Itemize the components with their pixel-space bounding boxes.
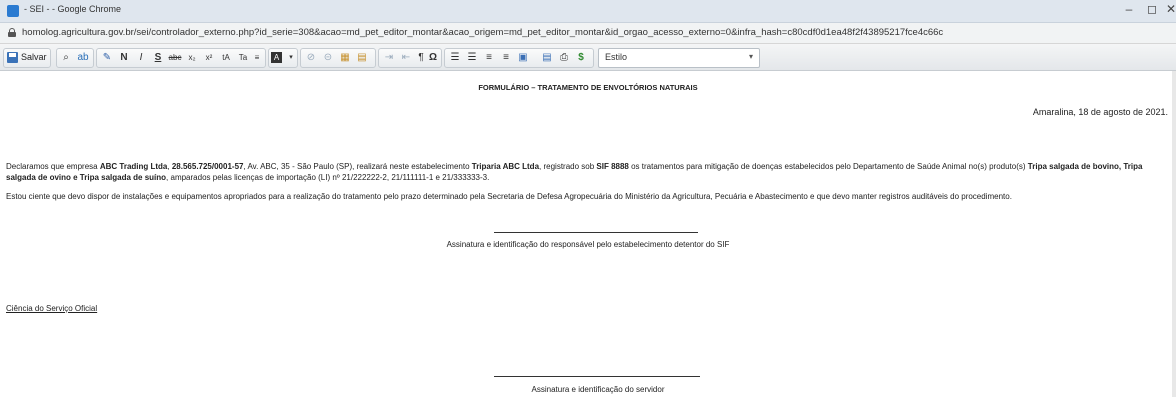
declaration-text: os tratamentos para mitigação de doenças… <box>628 162 1028 171</box>
document-icon[interactable]: ▤ <box>539 50 555 66</box>
url-text[interactable]: homolog.agricultura.gov.br/sei/controlad… <box>22 27 943 38</box>
company-name: ABC Trading Ltda <box>99 162 168 171</box>
style-label: Estilo <box>605 52 628 62</box>
picture-icon[interactable]: ▣ <box>515 50 531 66</box>
browser-title-bar: - SEI - - Google Chrome – ◻ ✕ <box>0 0 1176 23</box>
sif-number: SIF 8888 <box>596 162 629 171</box>
document-body[interactable]: FORMULÁRIO – TRATAMENTO DE ENVOLTÓRIOS N… <box>0 71 1176 397</box>
text-color-icon[interactable]: A <box>271 52 282 63</box>
layout-group: ☰ ☰ ≡ ≡ ▣ ▤ ⎙ $ <box>444 48 594 68</box>
indent-group: ⇥ ⇤ ¶ Ω <box>378 48 442 68</box>
declaration-text: , Av. ABC, 35 - São Paulo (SP), realizar… <box>243 162 472 171</box>
declaration-text: , amparados pelas licenças de importação… <box>166 173 490 182</box>
chevron-down-icon[interactable]: ▾ <box>283 50 299 66</box>
color-group: A ▾ <box>268 48 298 68</box>
italic-icon[interactable]: I <box>133 50 149 66</box>
document-title: FORMULÁRIO – TRATAMENTO DE ENVOLTÓRIOS N… <box>478 83 698 92</box>
maximize-button[interactable]: ◻ <box>1143 2 1161 16</box>
insert-group: ⊘ ⊝ ▦ ▤ <box>300 48 376 68</box>
uppercase-icon[interactable]: tA <box>218 50 234 66</box>
declaration-text: , registrado sob <box>539 162 597 171</box>
indent-icon[interactable]: ⇥ <box>381 50 397 66</box>
document-date: Amaralina, 18 de agosto de 2021. <box>1032 107 1168 117</box>
strikethrough-icon[interactable]: abc <box>167 50 183 66</box>
find-group: ⌕ ab <box>56 48 94 68</box>
link-icon[interactable]: ⊘ <box>303 50 319 66</box>
underline-icon[interactable]: S <box>150 50 166 66</box>
superscript-icon[interactable]: x² <box>201 50 217 66</box>
outdent-icon[interactable]: ⇤ <box>398 50 414 66</box>
disk-icon <box>7 52 18 63</box>
unlink-icon[interactable]: ⊝ <box>320 50 336 66</box>
highlight-icon[interactable]: ✎ <box>99 50 115 66</box>
address-bar[interactable]: homolog.agricultura.gov.br/sei/controlad… <box>0 23 1176 44</box>
subscript-icon[interactable]: x₂ <box>184 50 200 66</box>
align-center-icon[interactable]: ≡ <box>498 50 514 66</box>
editor-toolbar: Salvar ⌕ ab ✎ N I S abc x₂ x² tA Ta ≡ A … <box>0 44 1176 71</box>
signature-line-establishment <box>494 232 698 233</box>
signature-caption-servant: Assinatura e identificação do servidor <box>531 385 665 394</box>
align-left-icon[interactable]: ≡ <box>481 50 497 66</box>
awareness-paragraph: Estou ciente que devo dispor de instalaç… <box>6 192 1012 201</box>
save-label: Salvar <box>21 52 47 62</box>
company-cnpj: 28.565.725/0001-57 <box>171 162 244 171</box>
paragraph-icon[interactable]: ≡ <box>249 50 265 66</box>
lock-icon <box>8 28 16 37</box>
declaration-paragraph: Declaramos que empresa ABC Trading Ltda,… <box>6 161 1166 183</box>
format-group: ✎ N I S abc x₂ x² tA Ta ≡ <box>96 48 266 68</box>
establishment-name: Triparia ABC Ltda <box>471 162 540 171</box>
print-icon[interactable]: ⎙ <box>556 50 572 66</box>
table-icon[interactable]: ▤ <box>354 50 370 66</box>
signature-line-servant <box>494 376 700 377</box>
save-button[interactable]: Salvar <box>3 48 51 68</box>
official-section-heading: Ciência do Serviço Oficial <box>6 304 98 313</box>
chevron-down-icon: ▾ <box>748 52 753 61</box>
bold-icon[interactable]: N <box>116 50 132 66</box>
replace-icon[interactable]: ab <box>75 50 91 66</box>
style-select[interactable]: Estilo ▾ <box>598 48 760 68</box>
scrollbar[interactable] <box>1172 71 1176 397</box>
sei-favicon-icon <box>7 5 19 17</box>
declaration-text: Declaramos que empresa <box>6 162 100 171</box>
window-title: - SEI - - Google Chrome <box>24 4 122 14</box>
bullet-list-icon[interactable]: ☰ <box>464 50 480 66</box>
find-icon[interactable]: ⌕ <box>58 50 74 66</box>
omega-icon[interactable]: Ω <box>425 50 441 66</box>
image-icon[interactable]: ▦ <box>337 50 353 66</box>
close-button[interactable]: ✕ <box>1162 2 1176 16</box>
numbered-list-icon[interactable]: ☰ <box>447 50 463 66</box>
dollar-icon[interactable]: $ <box>573 50 589 66</box>
minimize-button[interactable]: – <box>1120 2 1138 16</box>
signature-caption-establishment: Assinatura e identificação do responsáve… <box>446 240 730 249</box>
